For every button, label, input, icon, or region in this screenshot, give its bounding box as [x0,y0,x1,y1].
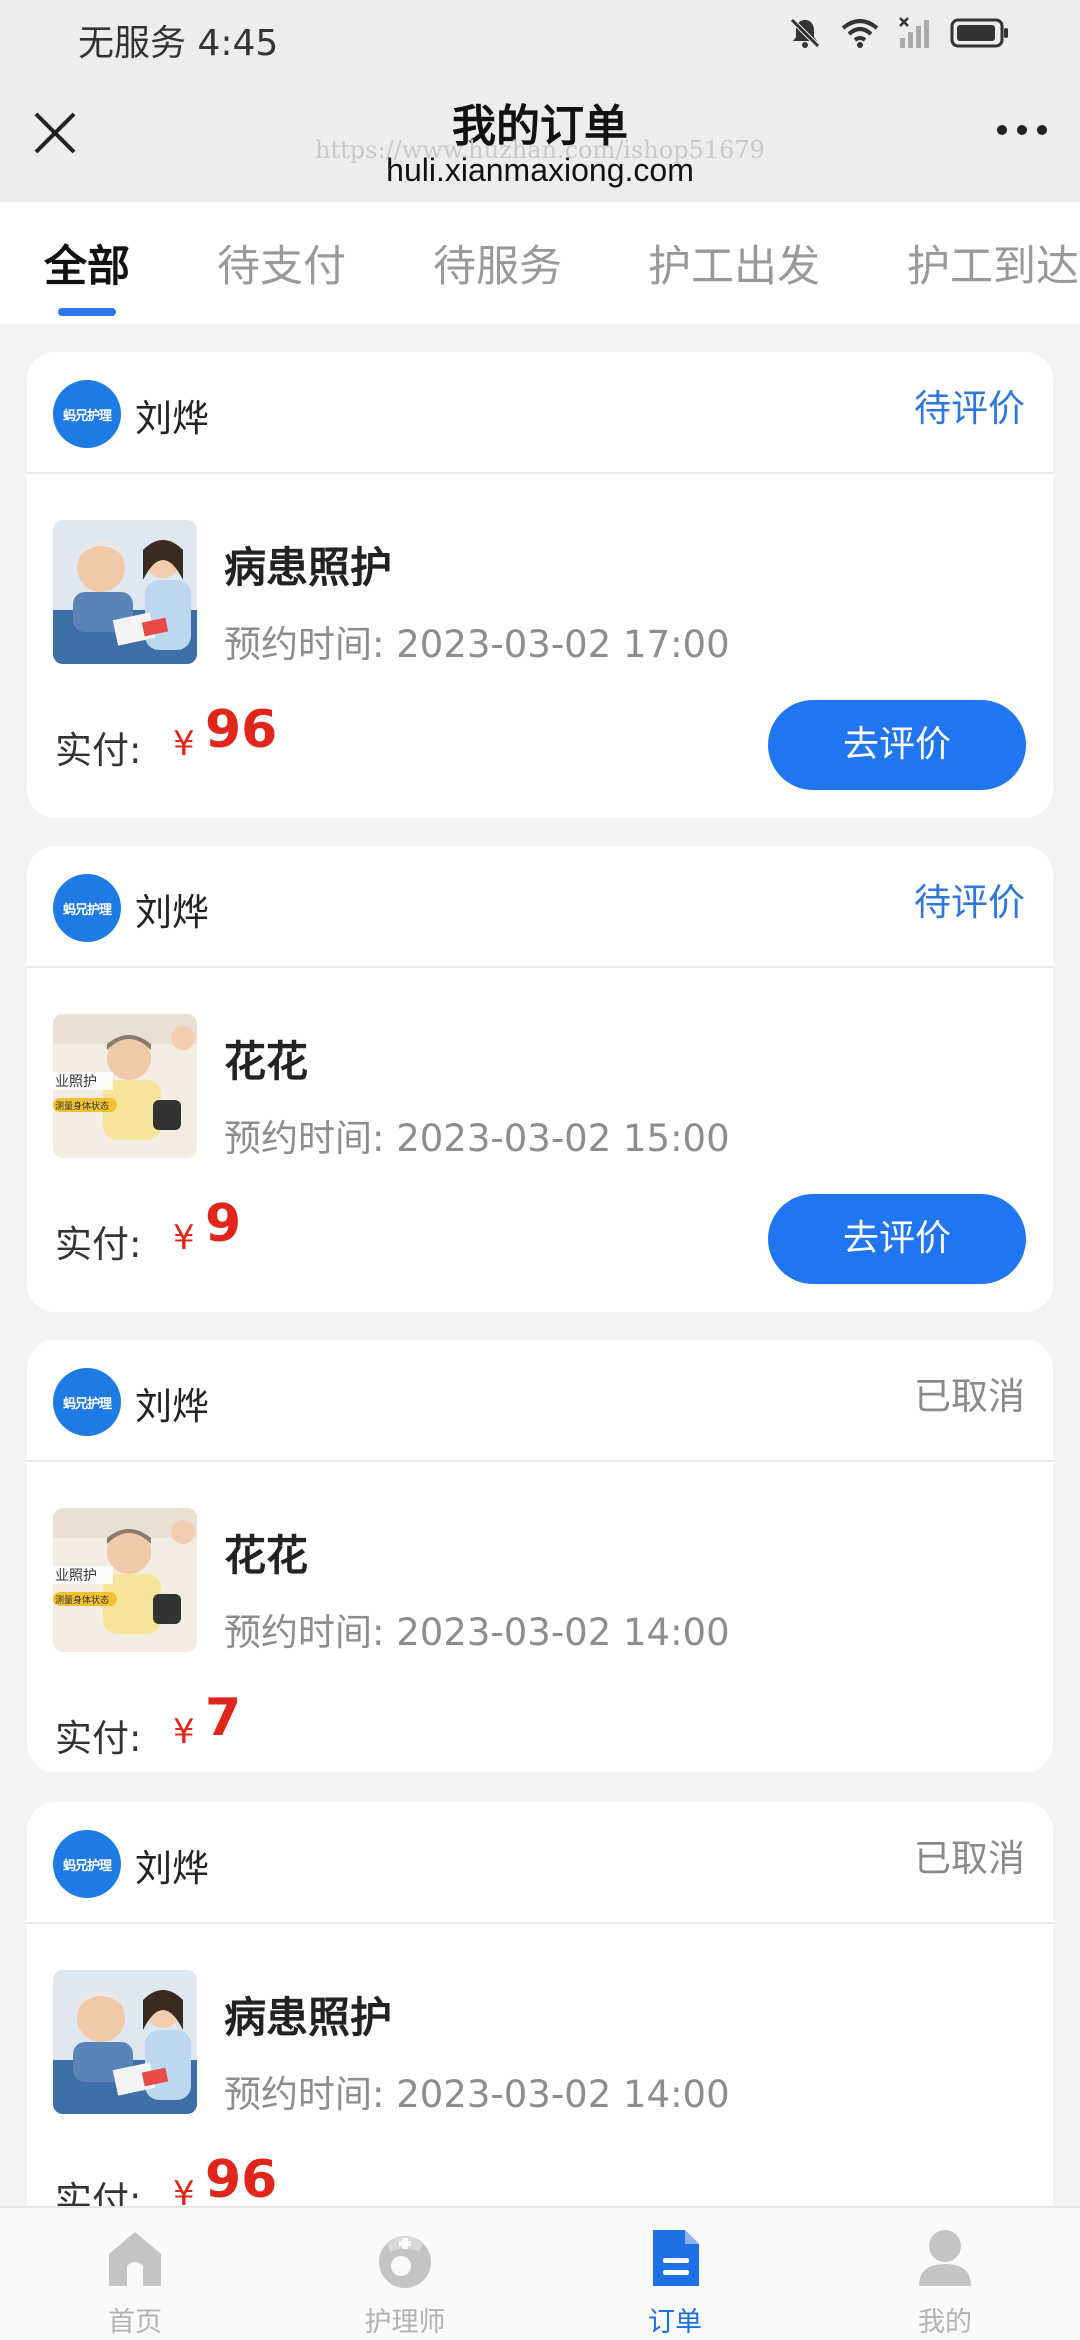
order-status-tabs: 全部 待支付 待服务 护工出发 护工到达 [0,202,1080,324]
battery-icon [950,18,1008,48]
order-status: 已取消 [914,1375,1025,1418]
paid-amount: 96 [205,2150,278,2210]
nav-home[interactable]: 首页 [0,2208,270,2340]
service-thumbnail [53,1970,197,2114]
appointment-time: 预约时间: 2023-03-02 15:00 [224,1117,730,1160]
app-header: 我的订单 https://www.huzhan.com/ishop51679 h… [0,72,1080,202]
thumb-caption: 业照护 [55,1074,97,1090]
service-name: 花花 [224,1531,309,1580]
nurse-name: 刘烨 [135,1847,209,1890]
service-thumbnail: 业照护 测量身体状态 [53,1508,197,1652]
order-card-header: 蚂兄护理 刘烨 已取消 [27,1802,1053,1924]
order-card-header: 蚂兄护理 刘烨 已取消 [27,1340,1053,1462]
order-card[interactable]: 蚂兄护理 刘烨 待评价 病患照护 预约时间: 2023-03-02 17:00 … [27,352,1053,818]
brand-logo: 蚂兄护理 [53,874,121,942]
page-domain: huli.xianmaxiong.com [386,152,694,188]
paid-amount: 7 [205,1688,242,1748]
thumb-subcaption: 测量身体状态 [55,1594,109,1606]
appointment-time: 预约时间: 2023-03-02 17:00 [224,623,730,666]
paid-label: 实付: [55,1717,142,1760]
tab-caregiver-departed[interactable]: 护工出发 [648,232,820,294]
nav-profile[interactable]: 我的 [810,2208,1080,2340]
service-name: 病患照护 [224,1993,393,2042]
appointment-time: 预约时间: 2023-03-02 14:00 [224,1611,730,1654]
order-card[interactable]: 蚂兄护理 刘烨 待评价 业照护 测量身体状态 花花 预约时间: 2023-03-… [27,846,1053,1312]
nav-nurses[interactable]: 护理师 [270,2208,540,2340]
service-name: 花花 [224,1037,309,1086]
tab-pending-payment[interactable]: 待支付 [217,232,346,294]
paid-label: 实付: [55,1223,142,1266]
thumb-subcaption: 测量身体状态 [55,1100,109,1112]
paid-amount: 96 [205,700,278,760]
brand-logo: 蚂兄护理 [53,1368,121,1436]
nav-home-label: 首页 [108,2307,162,2338]
status-bar: 无服务 4:45 [0,0,1080,72]
nurse-name: 刘烨 [135,397,209,440]
nav-nurses-label: 护理师 [364,2307,446,2338]
bottom-navigation: 首页 护理师 订单 我的 [0,2206,1080,2340]
order-card[interactable]: 蚂兄护理 刘烨 已取消 业照护 测量身体状态 花花 预约时间: 2023-03-… [27,1340,1053,1772]
order-status: 待评价 [914,881,1025,924]
order-card[interactable]: 蚂兄护理 刘烨 已取消 病患照护 预约时间: 2023-03-02 14:00 … [27,1802,1053,2242]
paid-label: 实付: [55,729,142,772]
currency-symbol: ¥ [173,1712,195,1752]
status-carrier-time: 无服务 4:45 [78,23,279,64]
status-icons [788,16,1010,50]
order-status: 待评价 [914,387,1025,430]
nurse-name: 刘烨 [135,891,209,934]
appointment-time: 预约时间: 2023-03-02 14:00 [224,2073,730,2116]
thumb-caption: 业照护 [55,1568,97,1584]
service-name: 病患照护 [224,543,393,592]
currency-symbol: ¥ [173,1218,195,1258]
tab-all[interactable]: 全部 [44,232,130,294]
tab-caregiver-arrived[interactable]: 护工到达 [907,232,1079,294]
signal-icon [899,17,929,48]
service-thumbnail [53,520,197,664]
review-button[interactable]: 去评价 [768,700,1026,790]
order-card-header: 蚂兄护理 刘烨 待评价 [27,846,1053,968]
more-options-icon[interactable] [994,122,1050,138]
currency-symbol: ¥ [173,724,195,764]
nurse-icon [379,2236,431,2288]
brand-logo: 蚂兄护理 [53,380,121,448]
nav-orders-label: 订单 [648,2307,702,2338]
service-thumbnail: 业照护 测量身体状态 [53,1014,197,1158]
order-card-header: 蚂兄护理 刘烨 待评价 [27,352,1053,474]
paid-amount: 9 [205,1194,242,1254]
home-icon [109,2232,161,2286]
wifi-icon [841,19,879,48]
order-status: 已取消 [914,1837,1025,1880]
mute-bell-icon [790,18,820,48]
profile-icon [919,2230,971,2286]
order-document-icon [653,2230,699,2286]
nurse-name: 刘烨 [135,1385,209,1428]
brand-logo: 蚂兄护理 [53,1830,121,1898]
review-button[interactable]: 去评价 [768,1194,1026,1284]
active-tab-indicator [58,308,116,316]
nav-profile-label: 我的 [918,2307,972,2338]
tab-pending-service[interactable]: 待服务 [433,232,562,294]
nav-orders[interactable]: 订单 [540,2208,810,2340]
